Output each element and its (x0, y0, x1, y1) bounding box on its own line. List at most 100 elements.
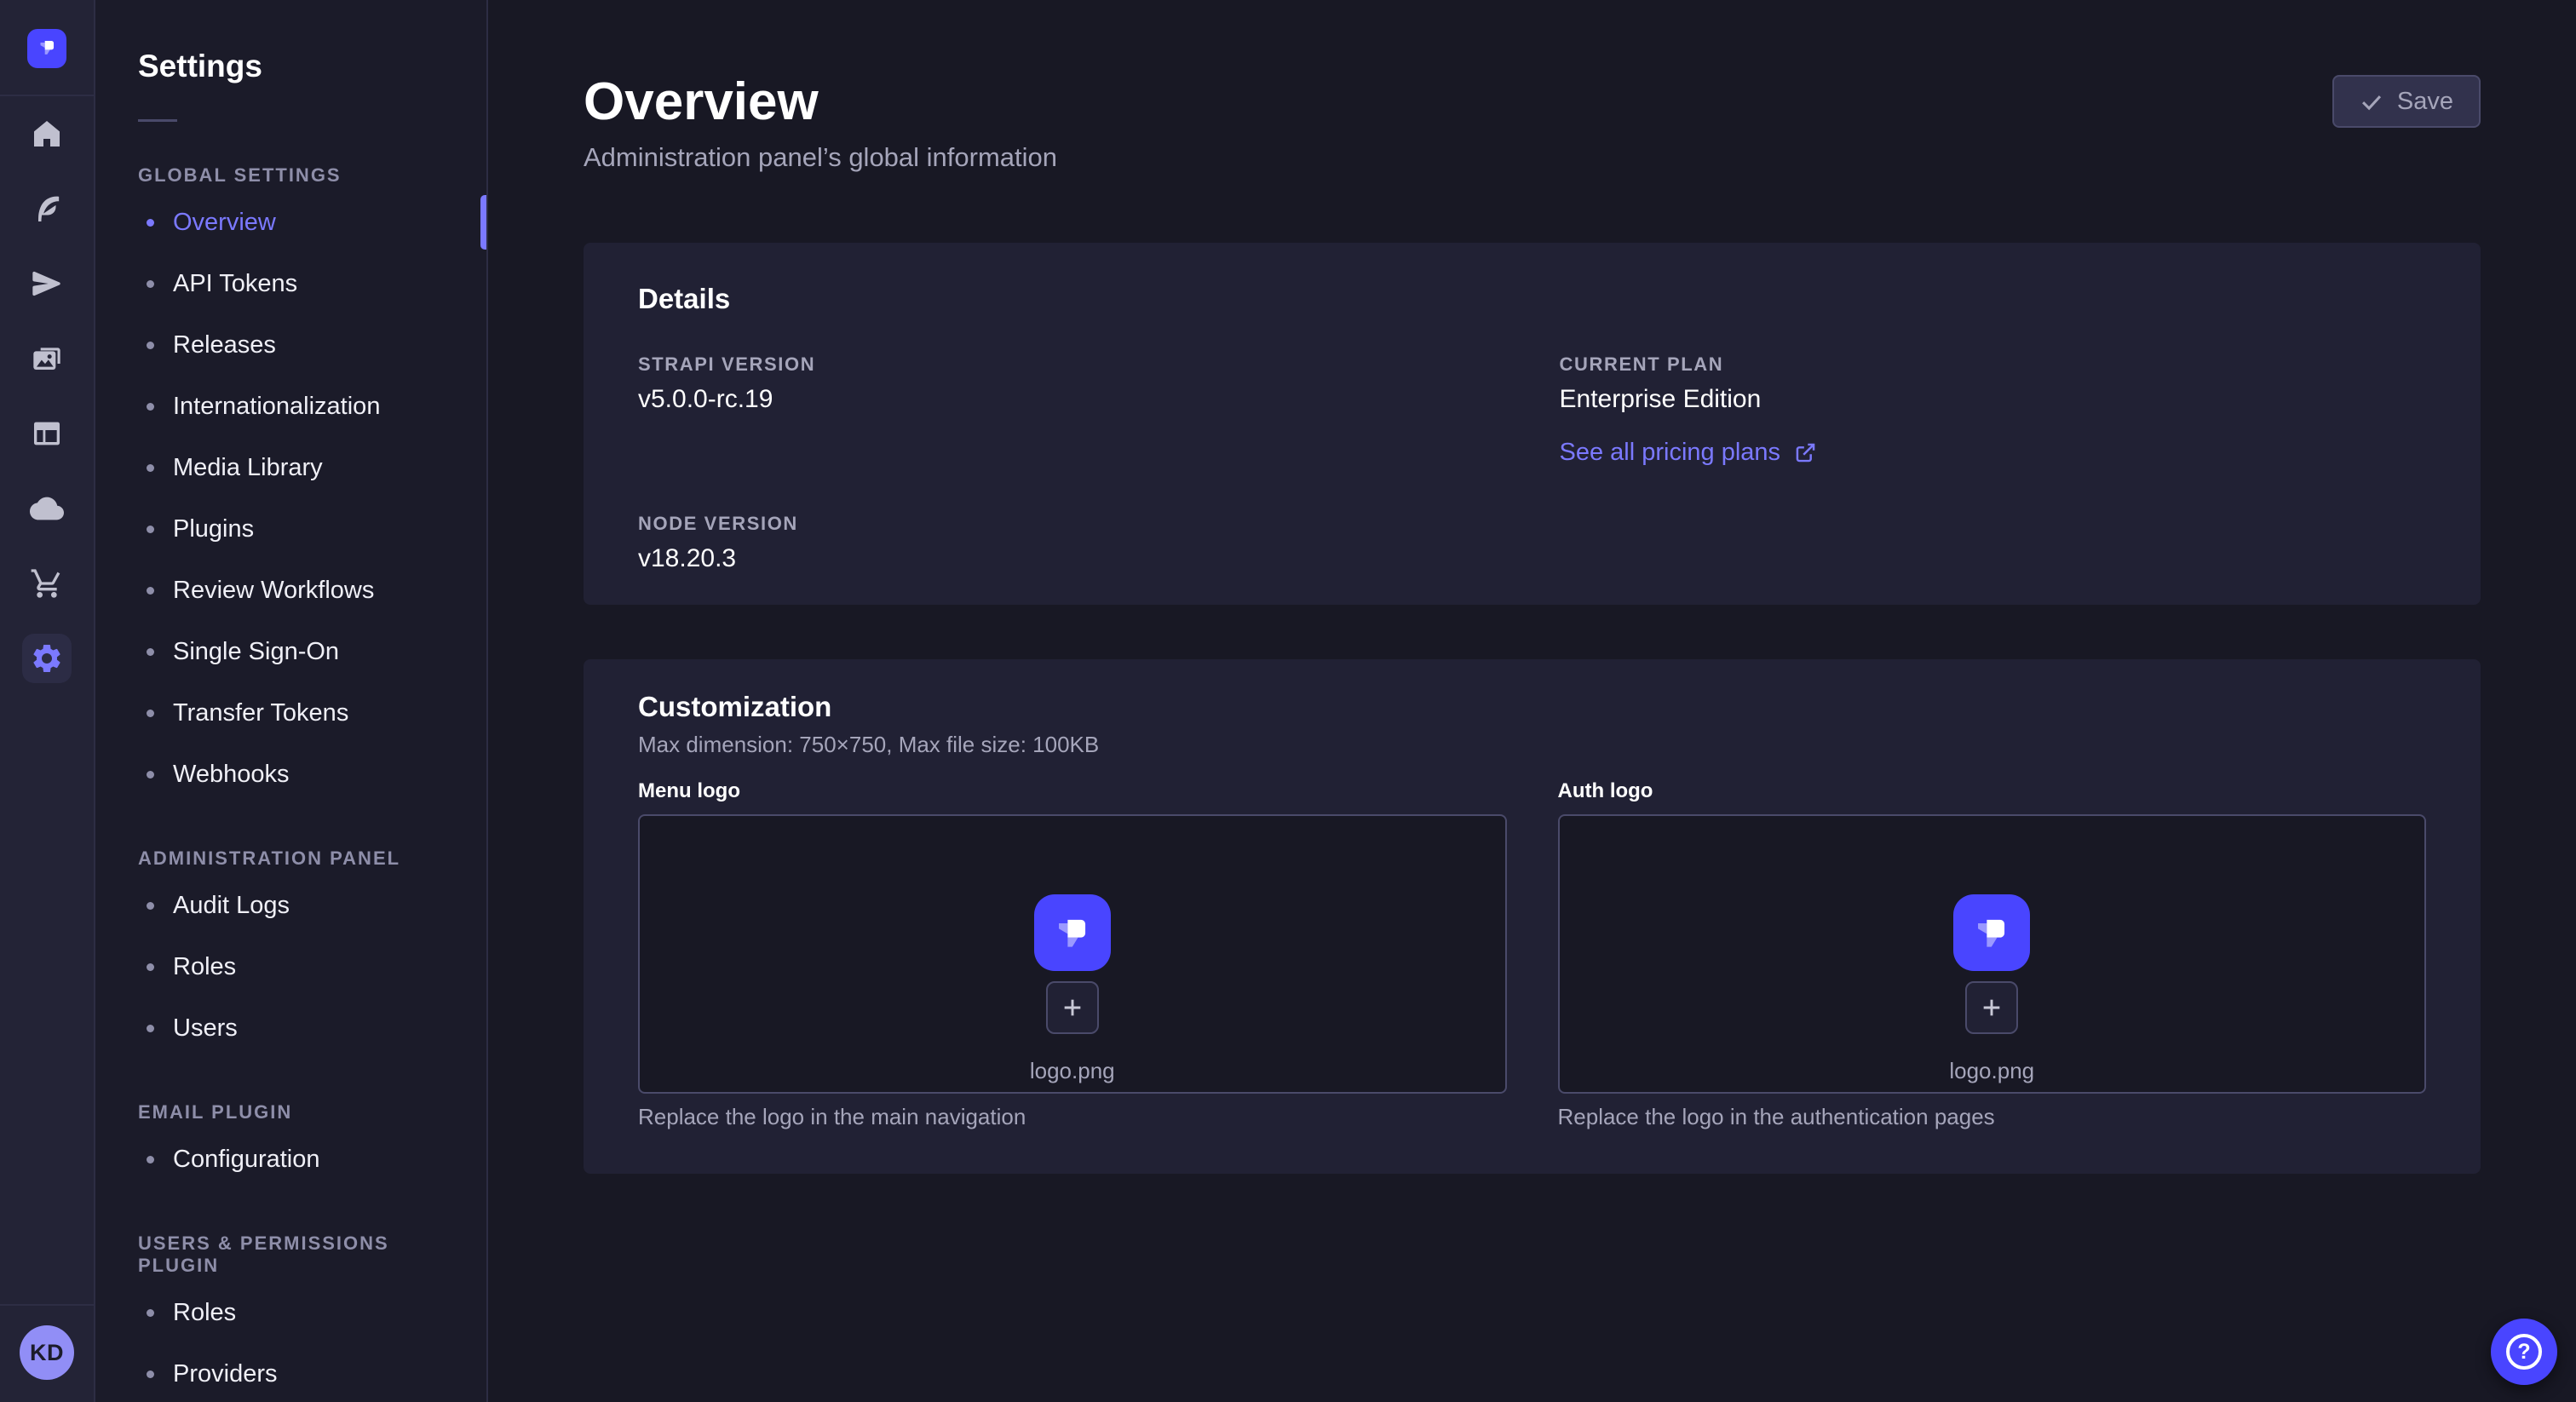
feather-icon (22, 184, 72, 233)
rail-bottom: KD (0, 1304, 94, 1402)
plus-icon (1059, 994, 1086, 1021)
details-left-column: STRAPI VERSION v5.0.0-rc.19 NODE VERSION… (638, 353, 1505, 574)
sidebar-item-api-tokens[interactable]: API Tokens (138, 253, 444, 314)
sidebar-item-internationalization[interactable]: Internationalization (138, 376, 444, 437)
section-administration-panel: ADMINISTRATION PANEL Audit Logs Roles Us… (138, 848, 444, 1059)
sidebar-item-admin-roles[interactable]: Roles (138, 936, 444, 997)
sidebar-item-releases[interactable]: Releases (138, 314, 444, 376)
section-global-settings: GLOBAL SETTINGS Overview API Tokens Rele… (138, 164, 444, 805)
section-email-plugin: EMAIL PLUGIN Configuration (138, 1101, 444, 1190)
gear-icon (22, 634, 72, 683)
help-button[interactable]: ? (2491, 1319, 2557, 1385)
nav-media-library[interactable] (9, 321, 84, 396)
menu-logo-field: Menu logo (638, 779, 1507, 1129)
auth-logo-label: Auth logo (1558, 779, 2427, 804)
page-subtitle: Administration panel’s global informatio… (584, 141, 1057, 174)
question-mark-icon: ? (2506, 1334, 2542, 1370)
pricing-plans-link[interactable]: See all pricing plans (1560, 437, 1818, 468)
details-card-title: Details (638, 282, 2426, 316)
user-avatar[interactable]: KD (20, 1325, 74, 1380)
external-link-icon (1794, 441, 1817, 464)
customization-subtitle: Max dimension: 750×750, Max file size: 1… (638, 731, 2426, 758)
sidebar-item-email-configuration[interactable]: Configuration (138, 1129, 444, 1190)
section-list: Overview API Tokens Releases Internation… (138, 192, 444, 805)
details-right-column: CURRENT PLAN Enterprise Edition See all … (1560, 353, 2427, 574)
nav-home[interactable] (9, 96, 84, 171)
nav-content-type-builder[interactable] (9, 396, 84, 471)
details-grid: STRAPI VERSION v5.0.0-rc.19 NODE VERSION… (638, 353, 2426, 574)
menu-logo-label: Menu logo (638, 779, 1507, 804)
sidebar-item-overview[interactable]: Overview (138, 192, 444, 253)
menu-logo-hint: Replace the logo in the main navigation (638, 1104, 1507, 1129)
strapi-logo-icon (36, 36, 59, 61)
sidebar-item-audit-logs[interactable]: Audit Logs (138, 875, 444, 936)
subnav-title-divider (138, 119, 177, 122)
settings-subnav: Settings GLOBAL SETTINGS Overview API To… (95, 0, 488, 1402)
sidebar-item-transfer-tokens[interactable]: Transfer Tokens (138, 682, 444, 744)
home-icon (22, 109, 72, 158)
sidebar-item-media-library[interactable]: Media Library (138, 437, 444, 498)
page-title: Overview (584, 72, 1057, 133)
avatar-initials: KD (30, 1340, 64, 1366)
strapi-home-logo[interactable] (27, 29, 66, 68)
layout-icon (22, 409, 72, 458)
sidebar-item-review-workflows[interactable]: Review Workflows (138, 560, 444, 621)
customization-card: Customization Max dimension: 750×750, Ma… (584, 659, 2481, 1174)
field-value: v5.0.0-rc.19 (638, 384, 1505, 415)
auth-logo-add-button[interactable] (1965, 981, 2018, 1034)
nav-content-manager[interactable] (9, 171, 84, 246)
section-title: ADMINISTRATION PANEL (138, 848, 444, 870)
sidebar-item-plugins[interactable]: Plugins (138, 498, 444, 560)
nav-deploy[interactable] (9, 471, 84, 546)
main-area: Overview Administration panel’s global i… (488, 0, 2576, 1402)
rail-nav (0, 96, 94, 696)
page-header-text: Overview Administration panel’s global i… (584, 72, 1057, 174)
sidebar-item-webhooks[interactable]: Webhooks (138, 744, 444, 805)
sidebar-item-admin-users[interactable]: Users (138, 997, 444, 1059)
plus-icon (1978, 994, 2005, 1021)
menu-logo-file-name: logo.png (1030, 1058, 1115, 1083)
nav-settings[interactable] (9, 621, 84, 696)
field-label: STRAPI VERSION (638, 353, 1505, 376)
auth-logo-hint: Replace the logo in the authentication p… (1558, 1104, 2427, 1129)
nav-releases[interactable] (9, 246, 84, 321)
cloud-icon (22, 484, 72, 533)
section-title: GLOBAL SETTINGS (138, 164, 444, 187)
question-mark-glyph: ? (2517, 1340, 2530, 1365)
subnav-title: Settings (138, 48, 444, 85)
section-users-permissions-plugin: USERS & PERMISSIONS PLUGIN Roles Provide… (138, 1232, 444, 1402)
current-plan-field: CURRENT PLAN Enterprise Edition (1560, 353, 2427, 415)
node-version-field: NODE VERSION v18.20.3 (638, 513, 1505, 574)
main-nav-rail: KD (0, 0, 95, 1402)
field-label: CURRENT PLAN (1560, 353, 2427, 376)
section-list: Audit Logs Roles Users (138, 875, 444, 1059)
sidebar-item-up-roles[interactable]: Roles (138, 1282, 444, 1343)
save-button-label: Save (2397, 88, 2453, 116)
section-list: Roles Providers (138, 1282, 444, 1402)
section-title: USERS & PERMISSIONS PLUGIN (138, 1232, 444, 1277)
page-header: Overview Administration panel’s global i… (584, 0, 2481, 174)
strapi-logo-icon (1953, 894, 2030, 971)
field-value: v18.20.3 (638, 543, 1505, 574)
pictures-icon (22, 334, 72, 383)
sidebar-item-single-sign-on[interactable]: Single Sign-On (138, 621, 444, 682)
auth-logo-dropzone[interactable]: logo.png (1558, 814, 2427, 1094)
strapi-logo-icon (1034, 894, 1111, 971)
auth-logo-field: Auth logo (1558, 779, 2427, 1129)
menu-logo-add-button[interactable] (1046, 981, 1099, 1034)
cart-icon (22, 559, 72, 608)
pricing-plans-link-label: See all pricing plans (1560, 437, 1781, 468)
check-icon (2360, 89, 2383, 113)
rail-bottom-divider (0, 1304, 94, 1306)
logo-grid: Menu logo (638, 779, 2426, 1129)
field-value: Enterprise Edition (1560, 384, 2427, 415)
nav-marketplace[interactable] (9, 546, 84, 621)
paper-plane-icon (22, 259, 72, 308)
app-window: KD Settings GLOBAL SETTINGS Overview API… (0, 0, 2576, 1402)
save-button[interactable]: Save (2332, 75, 2481, 128)
customization-card-title: Customization (638, 690, 2426, 724)
menu-logo-dropzone[interactable]: logo.png (638, 814, 1507, 1094)
section-list: Configuration (138, 1129, 444, 1190)
content: Overview Administration panel’s global i… (488, 0, 2576, 1174)
sidebar-item-up-providers[interactable]: Providers (138, 1343, 444, 1402)
